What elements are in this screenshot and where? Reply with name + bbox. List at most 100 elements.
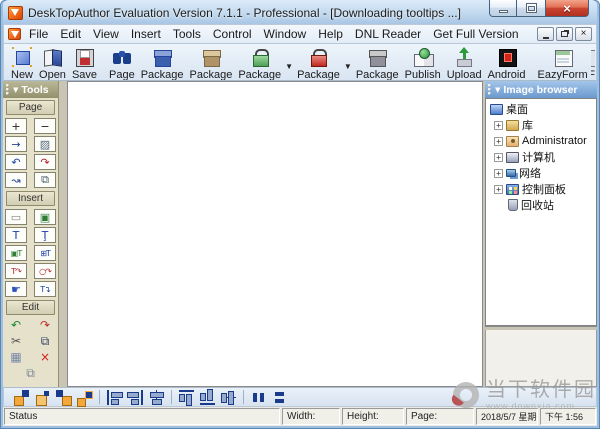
toolbar-button-eazyform[interactable]: EazyForm: [534, 45, 590, 80]
undo-page-button[interactable]: ↶: [5, 154, 27, 170]
align-bottom-icon[interactable]: [200, 390, 215, 405]
dropdown-arrow-icon[interactable]: ▼: [284, 62, 294, 71]
select-tool-button[interactable]: ↝: [5, 172, 27, 188]
tools-panel-header[interactable]: ▼ Tools: [3, 81, 58, 98]
toolbar-button-upload[interactable]: Upload: [444, 45, 485, 80]
expand-icon[interactable]: +: [494, 153, 503, 162]
upload-icon: [453, 46, 475, 68]
toolbar-button-f-partial[interactable]: F: [591, 45, 595, 80]
expand-icon[interactable]: +: [494, 185, 503, 194]
window-controls: ×: [489, 0, 589, 17]
menu-item-window[interactable]: Window: [258, 27, 313, 41]
toolbar-button-android[interactable]: Android: [485, 45, 529, 80]
page-background-button[interactable]: ▨: [34, 136, 56, 152]
tree-item-[interactable]: +控制面板: [488, 181, 596, 197]
tree-item-[interactable]: +库: [488, 117, 596, 133]
send-backward-icon[interactable]: [56, 390, 71, 405]
maximize-button[interactable]: [517, 0, 545, 17]
new-icon: [11, 46, 33, 68]
tree-item-label: 计算机: [522, 149, 555, 165]
image-browser-header[interactable]: ▼ Image browser: [485, 81, 597, 98]
insert-box-button[interactable]: ▭: [5, 209, 27, 225]
menu-item-get-full-version[interactable]: Get Full Version: [427, 27, 524, 41]
bring-to-front-icon[interactable]: [35, 390, 50, 405]
page-canvas[interactable]: [67, 81, 483, 387]
expand-icon[interactable]: +: [494, 137, 503, 146]
tree-item-administrator[interactable]: +Administrator: [488, 133, 596, 149]
cut-button[interactable]: ✂: [5, 334, 27, 348]
insert-textbox-button[interactable]: T: [5, 227, 27, 243]
toolbar-button-label: Publish: [405, 69, 441, 81]
tools-section-page[interactable]: Page: [6, 100, 55, 115]
mdi-controls: ×: [535, 27, 592, 41]
redo-button[interactable]: ↷: [34, 318, 56, 332]
mdi-close-button[interactable]: ×: [575, 27, 592, 41]
align-middle-icon[interactable]: [221, 390, 236, 405]
close-button[interactable]: ×: [545, 0, 589, 17]
statusbar: Status Width: Height: Page: 2018/5/7 星期一…: [3, 407, 597, 426]
mdi-minimize-button[interactable]: [537, 27, 554, 41]
menu-item-view[interactable]: View: [87, 27, 125, 41]
same-width-icon[interactable]: [251, 390, 266, 405]
tree-item-[interactable]: 回收站: [488, 197, 596, 213]
insert-link-button[interactable]: ☛: [5, 281, 27, 297]
duplicate-button[interactable]: ⧉: [20, 366, 42, 380]
tools-section-edit[interactable]: Edit: [6, 300, 55, 315]
insert-boxed-text-button[interactable]: ⊞T: [34, 245, 56, 261]
bring-forward-icon[interactable]: [14, 390, 29, 405]
toolbar-button-label: Package: [356, 69, 399, 81]
panel-splitter-vertical[interactable]: [59, 81, 67, 387]
tree-item-[interactable]: + 计算机: [488, 149, 596, 165]
send-to-back-icon[interactable]: [77, 390, 92, 405]
partial-icon: [591, 46, 595, 68]
dropdown-arrow-icon[interactable]: ▼: [343, 62, 353, 71]
toolbar-button-new[interactable]: New: [8, 45, 36, 80]
align-left-icon[interactable]: [107, 390, 122, 405]
copy-pages-button[interactable]: ⧉: [34, 172, 56, 188]
delete-page-button[interactable]: −: [34, 118, 56, 134]
insert-rotating-image-button[interactable]: ○↷: [34, 263, 56, 279]
toolbar-button-package[interactable]: Package: [187, 45, 236, 80]
toolbar-button-page[interactable]: Page: [106, 45, 138, 80]
undo-button[interactable]: ↶: [5, 318, 27, 332]
same-height-icon[interactable]: [272, 390, 287, 405]
copy-button[interactable]: ⧉: [34, 334, 56, 348]
toolbar-button-open[interactable]: Open: [36, 45, 69, 80]
tools-section-insert[interactable]: Insert: [6, 191, 55, 206]
align-center-icon[interactable]: [149, 390, 164, 405]
align-top-icon[interactable]: [179, 390, 194, 405]
align-right-icon[interactable]: [128, 390, 143, 405]
redo-page-button[interactable]: ↷: [34, 154, 56, 170]
toolbar-button-publish[interactable]: Publish: [402, 45, 444, 80]
width-panel: Width:: [282, 408, 340, 425]
toolbar-button-package[interactable]: Package: [294, 45, 343, 80]
menu-item-tools[interactable]: Tools: [167, 27, 207, 41]
expand-icon[interactable]: +: [494, 121, 503, 130]
menu-item-control[interactable]: Control: [207, 27, 258, 41]
toolbar-button-package[interactable]: Package: [235, 45, 284, 80]
insert-image-text-button[interactable]: ▣T: [5, 245, 27, 261]
menu-item-dnl-reader[interactable]: DNL Reader: [349, 27, 427, 41]
menu-item-insert[interactable]: Insert: [125, 27, 167, 41]
insert-text-flow-button[interactable]: T↴: [34, 281, 56, 297]
toolbar-button-package[interactable]: Package: [138, 45, 187, 80]
minimize-button[interactable]: [489, 0, 517, 17]
mdi-restore-button[interactable]: [556, 27, 573, 41]
tree-item-[interactable]: +网络: [488, 165, 596, 181]
expand-icon[interactable]: +: [494, 169, 503, 178]
delete-button[interactable]: ×: [34, 350, 56, 364]
tree-item-[interactable]: 桌面: [488, 101, 596, 117]
titlebar[interactable]: DeskTopAuthor Evaluation Version 7.1.1 -…: [3, 0, 597, 24]
menu-item-help[interactable]: Help: [312, 27, 349, 41]
insert-rotating-text-button[interactable]: T↷: [5, 263, 27, 279]
menu-item-file[interactable]: File: [23, 27, 54, 41]
toolbar-button-save[interactable]: Save: [69, 45, 100, 80]
control-panel-icon: [506, 184, 519, 195]
insert-text-button[interactable]: Ţ: [34, 227, 56, 243]
insert-image-button[interactable]: ▣: [34, 209, 56, 225]
toolbar-button-package[interactable]: Package: [353, 45, 402, 80]
paste-button[interactable]: ▦: [5, 350, 27, 364]
goto-page-button[interactable]: →: [5, 136, 27, 152]
add-page-button[interactable]: +: [5, 118, 27, 134]
menu-item-edit[interactable]: Edit: [54, 27, 87, 41]
